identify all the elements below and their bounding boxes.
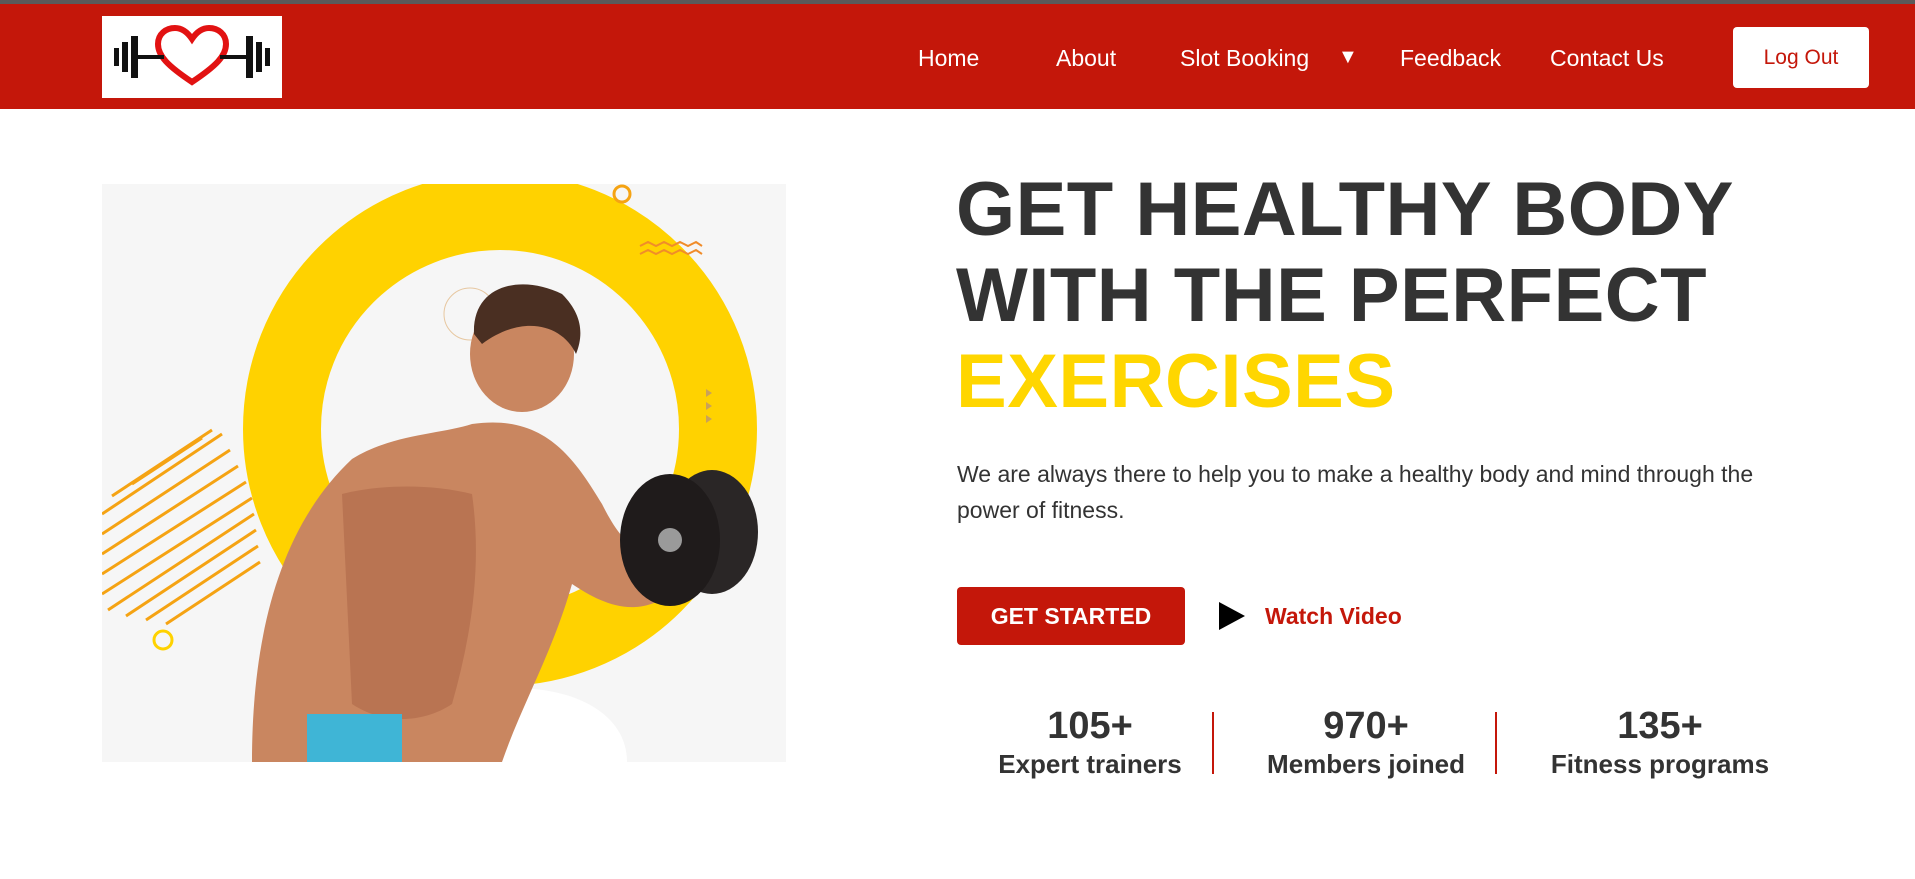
stat-label: Fitness programs — [1550, 749, 1770, 779]
headline-line-1: GET HEALTHY BODY — [956, 167, 1734, 252]
nav-about[interactable]: About — [1056, 44, 1116, 72]
hero-headline: GET HEALTHY BODY WITH THE PERFECT EXERCI… — [956, 167, 1856, 425]
heartbeat-dumbbell-icon — [114, 24, 270, 86]
nav-home[interactable]: Home — [918, 44, 979, 72]
hero-image — [102, 184, 786, 762]
stat-members: 970+ Members joined — [1255, 704, 1477, 780]
stat-trainers: 105+ Expert trainers — [990, 704, 1190, 780]
bodybuilder-with-dumbbell-image — [102, 184, 758, 762]
watch-video-link[interactable]: Watch Video — [1217, 598, 1402, 634]
nav-contact-us[interactable]: Contact Us — [1550, 44, 1664, 72]
stat-programs: 135+ Fitness programs — [1540, 704, 1780, 780]
navbar: Home About Slot Booking ▼ Feedback Conta… — [0, 4, 1915, 109]
logo[interactable] — [102, 16, 282, 98]
headline-accent: EXERCISES — [956, 339, 1396, 424]
play-icon — [1219, 602, 1245, 630]
watch-video-label: Watch Video — [1265, 602, 1402, 629]
stat-label: Expert trainers — [998, 749, 1182, 779]
stat-label: Members joined — [1267, 749, 1465, 779]
stat-divider — [1495, 712, 1497, 774]
stat-value: 135+ — [1617, 705, 1703, 747]
get-started-button[interactable]: GET STARTED — [957, 587, 1185, 645]
nav-feedback[interactable]: Feedback — [1400, 44, 1501, 72]
logout-button[interactable]: Log Out — [1733, 27, 1869, 88]
stat-value: 105+ — [1047, 705, 1133, 747]
headline-line-2: WITH THE PERFECT — [956, 253, 1708, 338]
stat-divider — [1212, 712, 1214, 774]
chevron-down-icon[interactable]: ▼ — [1338, 46, 1358, 69]
hero-description: We are always there to help you to make … — [957, 461, 1754, 523]
nav-slot-booking[interactable]: Slot Booking — [1180, 44, 1309, 72]
stat-value: 970+ — [1323, 705, 1409, 747]
